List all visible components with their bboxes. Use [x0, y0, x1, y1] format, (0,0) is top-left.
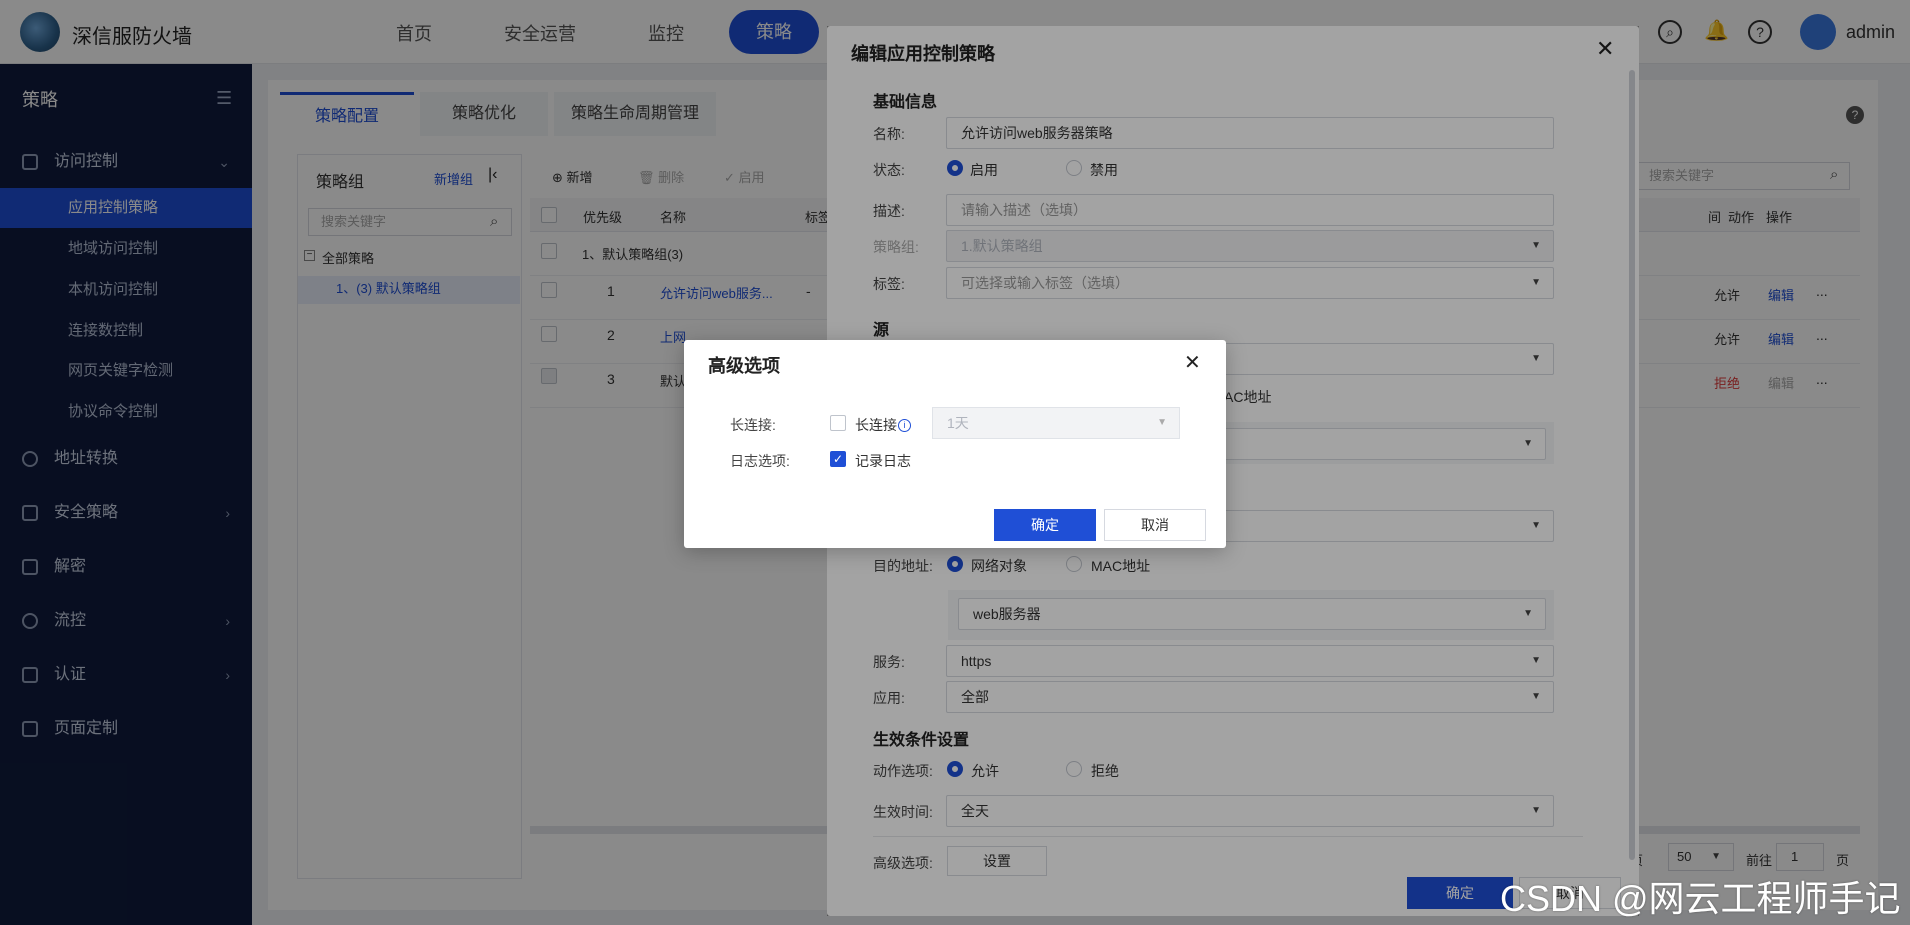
log-option-label: 日志选项:	[730, 453, 790, 469]
watermark: CSDN @网云工程师手记	[1500, 878, 1901, 919]
long-conn-text: 长连接	[855, 417, 897, 433]
info-icon[interactable]: i	[898, 419, 911, 432]
log-checkbox-text: 记录日志	[855, 453, 911, 469]
close-icon[interactable]: ✕	[1184, 350, 1201, 375]
log-checkbox[interactable]: ✓	[830, 451, 846, 467]
adv-cancel-button[interactable]: 取消	[1104, 509, 1206, 541]
adv-ok-button[interactable]: 确定	[994, 509, 1096, 541]
long-conn-duration-select: 1天 ▼	[932, 407, 1180, 439]
adv-modal-title: 高级选项	[708, 356, 780, 376]
caret-down-icon: ▼	[1157, 417, 1167, 428]
long-conn-checkbox[interactable]	[830, 415, 846, 431]
long-conn-label: 长连接:	[730, 417, 776, 433]
